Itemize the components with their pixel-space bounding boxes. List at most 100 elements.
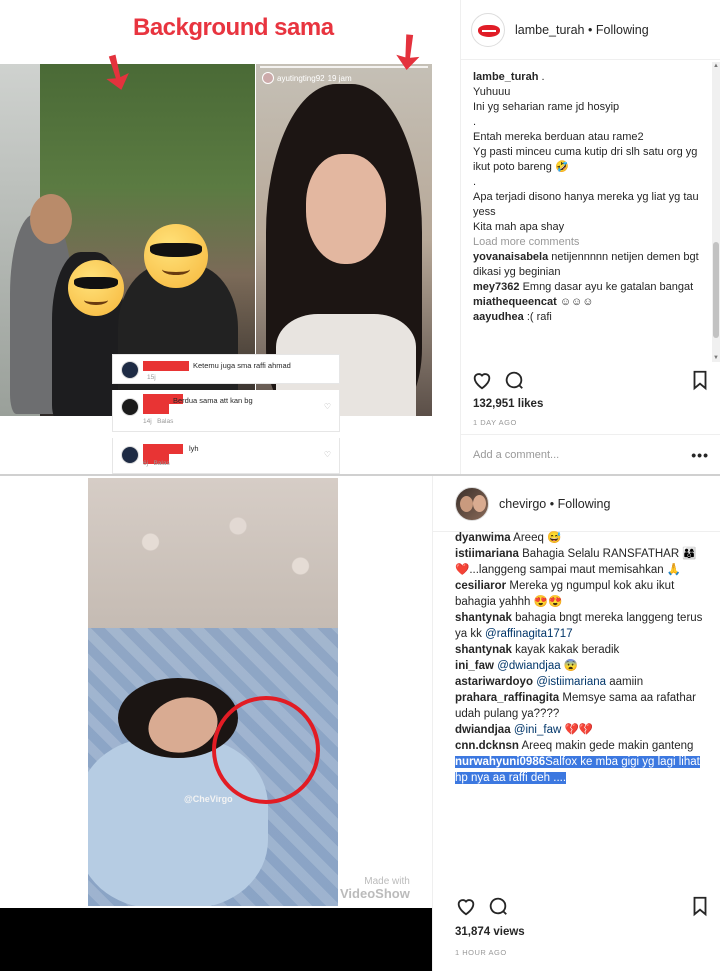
caption-username[interactable]: lambe_turah [473, 71, 538, 83]
comment: ini_faw @dwiandjaa 😨 [455, 660, 579, 672]
comment-username[interactable]: prahara_raffinagita [455, 692, 559, 704]
comment: cnn.dcknsn Areeq makin gede makin ganten… [455, 740, 694, 752]
comment-username[interactable]: dwiandjaa [455, 724, 511, 736]
comments-scroll[interactable]: lambe_turah . Yuhuuu Ini yg seharian ram… [473, 70, 709, 360]
comments-scrollbar[interactable]: ▲ ▼ [712, 62, 720, 362]
redacted-username [143, 404, 169, 414]
post-time: 1 DAY AGO [473, 418, 517, 427]
scrollbar-thumb[interactable] [713, 242, 719, 338]
comment-icon[interactable] [487, 895, 509, 917]
comment-username[interactable]: mey7362 [473, 281, 520, 293]
scroll-up-icon[interactable]: ▲ [712, 62, 720, 70]
heart-icon[interactable]: ♡ [324, 450, 331, 459]
comment: yovanaisabela netijennnnn netijen demen … [473, 251, 699, 278]
following-button[interactable]: Following [558, 497, 611, 511]
comment-username[interactable]: shantynak [455, 644, 512, 656]
bookmark-icon[interactable] [689, 895, 711, 917]
comment-username[interactable]: shantynak [455, 612, 512, 624]
likes-count[interactable]: 132,951 likes [473, 398, 543, 410]
overlay-comment-meta: 15j [147, 374, 156, 381]
load-more-comments-link[interactable]: Load more comments [473, 235, 709, 250]
comment: mey7362 Emng dasar ayu ke gatalan bangat [473, 281, 694, 293]
caption-line: Entah mereka berduan atau rame2 [473, 131, 644, 143]
comments-scroll[interactable]: dyanwima Areeq 😅 istiimariana Bahagia Se… [455, 530, 713, 888]
chevirgo-post-panel: @CheVirgo Made with VideoShow chevirgo •… [0, 474, 720, 971]
caption-line: Yuhuuu [473, 86, 511, 98]
avatar [121, 446, 139, 464]
video-letterbox [0, 908, 432, 971]
sunglasses-emoji-icon [68, 260, 124, 316]
overlay-comment: Berdua sama att kan bg 14j Balas ♡ [112, 390, 340, 432]
mention-link[interactable]: @raffinagita1717 [485, 628, 573, 640]
post-video[interactable]: @CheVirgo [88, 478, 338, 906]
annotation-title: Background sama [133, 14, 334, 41]
mention-link[interactable]: @istiimariana [536, 676, 606, 688]
comment-username[interactable]: dyanwima [455, 532, 511, 544]
comment-icon[interactable] [503, 369, 525, 391]
overlay-comment: Ketemu juga sma raffi ahmad 15j [112, 354, 340, 384]
post-username[interactable]: lambe_turah [515, 23, 585, 37]
comment: aayudhea :( rafi [473, 311, 552, 323]
more-options-icon[interactable]: ••• [691, 447, 709, 463]
comment-username[interactable]: cesiliaror [455, 580, 506, 592]
caption-line: . [473, 116, 477, 128]
caption-line: . [473, 176, 477, 188]
comment: astariwardoyo @istiimariana aamiin [455, 676, 644, 688]
comment-username[interactable]: nurwahyuni0986 [455, 756, 546, 768]
overlay-comment-text: lyh [189, 444, 199, 453]
post-header: chevirgo • Following [433, 476, 720, 532]
comment-username[interactable]: ini_faw [455, 660, 494, 672]
sunglasses-emoji-icon [144, 224, 208, 288]
overlay-comment-text: Ketemu juga sma raffi ahmad [193, 361, 291, 370]
overlay-comment-meta: 14j Balas [143, 418, 174, 425]
bookmark-icon[interactable] [689, 369, 711, 391]
post-sidebar: chevirgo • Following dyanwima Areeq 😅 is… [432, 476, 720, 971]
comment: shantynak bahagia bngt mereka langgeng t… [455, 612, 703, 640]
following-button[interactable]: Following [596, 23, 649, 37]
add-comment-input[interactable]: Add a comment... [473, 449, 559, 461]
comment: istiimariana Bahagia Selalu RANSFATHAR 👨… [455, 548, 697, 576]
post-time: 1 HOUR AGO [455, 948, 507, 957]
red-circle-annotation [212, 696, 320, 804]
overlay-comment: lyh 6j Balas ♡ [112, 438, 340, 474]
avatar [121, 361, 139, 379]
post-header: lambe_turah • Following [461, 0, 720, 60]
redacted-username [143, 444, 183, 454]
comment-username[interactable]: yovanaisabela [473, 251, 548, 263]
overlay-comment-meta: 6j Balas [143, 460, 170, 467]
lips-logo-icon [478, 24, 500, 37]
heart-icon[interactable] [471, 369, 493, 391]
views-count[interactable]: 31,874 views [455, 926, 525, 938]
comment: cesiliaror Mereka yg ngumpul kok aku iku… [455, 580, 675, 608]
video-watermark: @CheVirgo [184, 794, 233, 804]
avatar [121, 398, 139, 416]
post-image-area: ayutingting92 19 jam Background sama ➘ ➘… [0, 0, 460, 474]
comment-username[interactable]: astariwardoyo [455, 676, 533, 688]
highlighted-comment: nurwahyuni0986Salfox ke mba gigi yg lagi… [455, 756, 700, 784]
add-comment-bar: Add a comment... ••• [461, 434, 720, 474]
post-username[interactable]: chevirgo [499, 497, 546, 511]
avatar[interactable] [471, 12, 505, 47]
story-user: ayutingting92 19 jam [262, 72, 352, 84]
mention-link[interactable]: @ini_faw [514, 724, 561, 736]
scroll-down-icon[interactable]: ▼ [712, 354, 720, 362]
comment-username[interactable]: aayudhea [473, 311, 524, 323]
comment-username[interactable]: istiimariana [455, 548, 519, 560]
story-username: ayutingting92 [277, 73, 325, 83]
comment: shantynak kayak kakak beradik [455, 644, 620, 656]
comment: prahara_raffinagita Memsye sama aa rafat… [455, 692, 696, 720]
avatar[interactable] [455, 486, 489, 521]
redacted-username [143, 361, 189, 371]
caption-line: Yg pasti minceu cuma kutip dri slh satu … [473, 146, 701, 173]
heart-icon[interactable]: ♡ [324, 402, 331, 411]
post-actions [455, 894, 711, 918]
comment-username[interactable]: miathequeencat [473, 296, 557, 308]
comment-username[interactable]: cnn.dcknsn [455, 740, 519, 752]
comment: dyanwima Areeq 😅 [455, 532, 562, 544]
caption-line: Ini yg seharian rame jd hosyip [473, 101, 620, 113]
mention-link[interactable]: @dwiandjaa [497, 660, 560, 672]
caption-line: Apa terjadi disono hanya mereka yg liat … [473, 191, 702, 218]
story-time: 19 jam [327, 73, 352, 83]
comment: dwiandjaa @ini_faw 💔💔 [455, 724, 594, 736]
heart-icon[interactable] [455, 895, 477, 917]
